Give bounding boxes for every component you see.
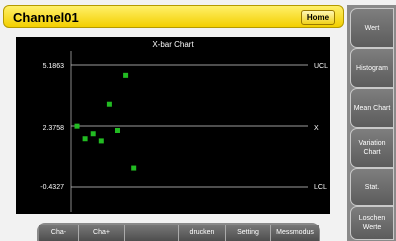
stat-button[interactable]: Stat. xyxy=(350,168,394,206)
screen: Channel01 Home X-bar Chart 5.1863 2.3758… xyxy=(0,0,396,241)
header-bar: Channel01 Home xyxy=(3,5,344,28)
data-point-1 xyxy=(74,123,80,129)
blank-button[interactable] xyxy=(125,225,179,241)
channel-prev-button[interactable]: Cha- xyxy=(39,225,79,241)
chart-title: X-bar Chart xyxy=(152,40,194,49)
data-point-4 xyxy=(98,138,104,144)
data-point-7 xyxy=(123,72,129,78)
histogram-button[interactable]: Histogram xyxy=(350,48,394,88)
y-label-lcl: -0.4327 xyxy=(40,184,64,191)
loschen-werte-button[interactable]: Loschen Werte xyxy=(350,206,394,240)
data-point-3 xyxy=(90,131,96,137)
home-button[interactable]: Home xyxy=(301,10,335,25)
mean-chart-button[interactable]: Mean Chart xyxy=(350,88,394,128)
bottom-toolbar: Cha- Cha+ drucken Setting Messmodus xyxy=(37,223,320,241)
data-point-6 xyxy=(115,127,120,133)
channel-title: Channel01 xyxy=(13,10,79,25)
center-line-label: X xyxy=(314,125,319,132)
data-point-5 xyxy=(106,101,112,107)
xbar-chart: X-bar Chart 5.1863 2.3758 -0.4327 UCL X … xyxy=(40,40,328,212)
right-sidebar: Wert Histogram Mean Chart Variation Char… xyxy=(347,5,396,241)
y-label-center: 2.3758 xyxy=(43,125,65,132)
ucl-label: UCL xyxy=(314,63,328,70)
variation-chart-button[interactable]: Variation Chart xyxy=(350,128,394,168)
data-point-8 xyxy=(131,165,137,171)
setting-button[interactable]: Setting xyxy=(226,225,271,241)
y-label-ucl: 5.1863 xyxy=(43,63,65,70)
wert-button[interactable]: Wert xyxy=(350,8,394,48)
lcl-label: LCL xyxy=(314,184,327,191)
messmodus-button[interactable]: Messmodus xyxy=(271,225,319,241)
channel-next-button[interactable]: Cha+ xyxy=(79,225,125,241)
data-point-2 xyxy=(82,136,88,142)
drucken-button[interactable]: drucken xyxy=(179,225,226,241)
xbar-chart-panel: X-bar Chart 5.1863 2.3758 -0.4327 UCL X … xyxy=(16,37,330,214)
